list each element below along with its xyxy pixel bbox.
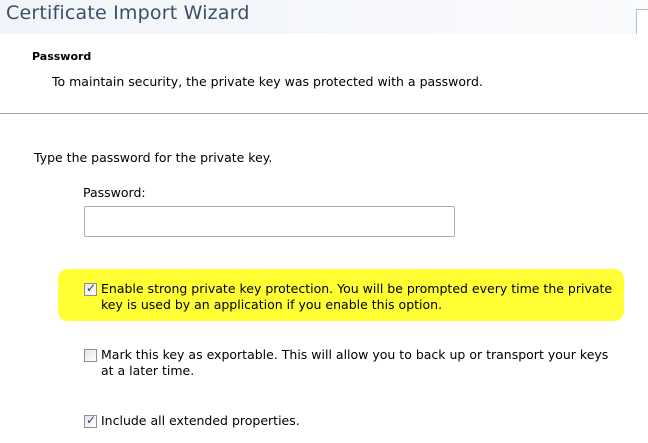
window-title: Certificate Import Wizard	[6, 2, 250, 24]
password-instruction: Type the password for the private key.	[34, 150, 273, 165]
title-bar: Certificate Import Wizard	[0, 0, 648, 34]
strong-protection-option[interactable]: ✓ Enable strong private key protection. …	[84, 281, 619, 313]
exportable-checkbox[interactable]	[84, 349, 97, 362]
window-frame-edge	[636, 9, 648, 34]
strong-protection-label: Enable strong private key protection. Yo…	[101, 281, 613, 312]
exportable-label: Mark this key as exportable. This will a…	[101, 347, 609, 378]
extended-properties-label: Include all extended properties.	[101, 413, 300, 428]
header-divider	[0, 113, 648, 114]
checkmark-icon: ✓	[86, 281, 97, 295]
checkmark-icon: ✓	[86, 413, 97, 427]
page-header-subtitle: To maintain security, the private key wa…	[52, 74, 483, 89]
certificate-import-wizard: Certificate Import Wizard Password To ma…	[0, 0, 648, 443]
extended-properties-option[interactable]: ✓ Include all extended properties.	[84, 413, 484, 429]
password-label: Password:	[83, 185, 146, 200]
password-field[interactable]	[84, 206, 455, 237]
extended-properties-checkbox[interactable]: ✓	[84, 413, 97, 428]
page-header-title: Password	[32, 50, 92, 63]
exportable-option[interactable]: Mark this key as exportable. This will a…	[84, 347, 624, 379]
strong-protection-checkbox[interactable]: ✓	[84, 281, 97, 296]
